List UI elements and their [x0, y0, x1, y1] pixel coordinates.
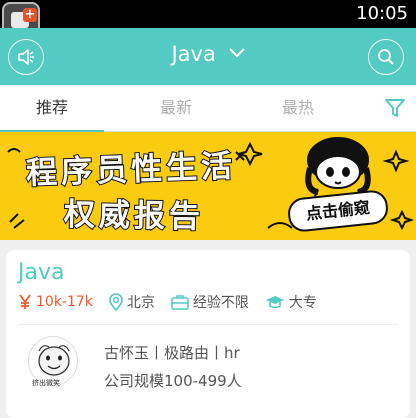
card-divider: [18, 324, 398, 325]
tab-recommended[interactable]: 推荐: [0, 85, 104, 133]
status-bar: 10:05: [0, 0, 416, 28]
filter-icon[interactable]: [382, 95, 408, 121]
job-meta: 10k-17k 北京 经验不限 大专: [18, 292, 333, 312]
education-item: 大专: [265, 292, 317, 312]
job-card[interactable]: Java 10k-17k 北京 经验不限 大专 挤出微笑 古怀玉丨极路由丨hr …: [6, 250, 410, 418]
job-title: Java: [18, 260, 65, 285]
city-item: 北京: [109, 292, 155, 312]
experience-item: 经验不限: [171, 292, 249, 312]
promo-banner[interactable]: 程序员性生活 权威报告 点击偷窥: [0, 132, 416, 240]
tab-newest[interactable]: 最新: [124, 85, 228, 132]
salary-item: 10k-17k: [18, 294, 93, 310]
chevron-down-icon: [228, 48, 245, 58]
banner-line1: 程序员性生活: [25, 147, 238, 192]
salary-text: 10k-17k: [36, 294, 93, 310]
banner-line2: 权威报告: [63, 196, 206, 236]
graduation-cap-icon: [265, 296, 284, 309]
status-time: 10:05: [356, 3, 408, 24]
briefcase-icon: [171, 295, 189, 310]
header-title[interactable]: Java: [0, 42, 416, 66]
tab-hottest[interactable]: 最热: [246, 85, 350, 132]
app-header: Java: [0, 28, 416, 85]
location-pin-icon: [109, 293, 123, 311]
experience-text: 经验不限: [192, 295, 249, 311]
yen-icon: [19, 294, 31, 309]
company-line: 古怀玉丨极路由丨hr: [104, 344, 240, 362]
company-size: 公司规模100-499人: [104, 372, 242, 390]
header-title-text: Java: [171, 42, 216, 66]
tab-bar: 推荐 最新 最热: [0, 85, 416, 133]
education-text: 大专: [288, 295, 317, 311]
search-icon: [378, 49, 394, 65]
search-button[interactable]: [368, 39, 404, 75]
city-text: 北京: [126, 295, 155, 311]
avatar-caption: 挤出微笑: [32, 379, 60, 387]
